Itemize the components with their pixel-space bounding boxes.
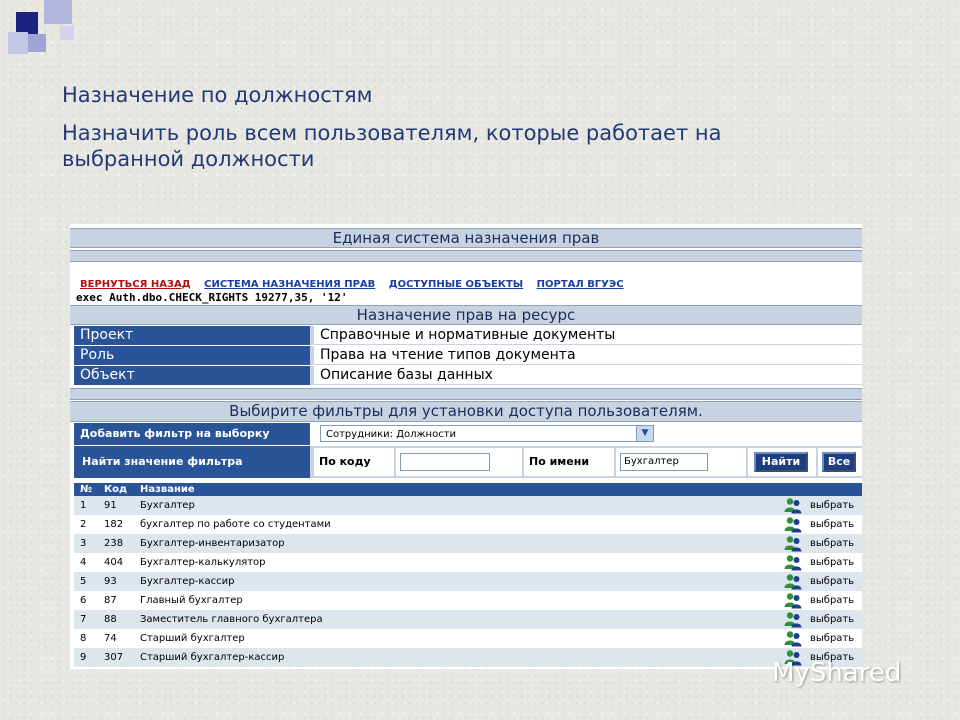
- table-row: 4 404 Бухгалтер-калькулятор выбрать: [74, 553, 862, 572]
- nav-link-available-objects[interactable]: ДОСТУПНЫЕ ОБЪЕКТЫ: [389, 279, 523, 290]
- row-code: 404: [104, 557, 124, 568]
- select-link[interactable]: выбрать: [810, 534, 854, 553]
- corner-square-lilac: [60, 26, 74, 40]
- exec-statement: exec Auth.dbo.CHECK_RIGHTS 19277,35, '12…: [76, 291, 348, 304]
- resource-label: Проект: [74, 326, 310, 345]
- watermark-logo: MyShared: [772, 658, 902, 688]
- row-name: Бухгалтер-калькулятор: [140, 557, 266, 568]
- row-name: Бухгалтер: [140, 500, 195, 511]
- column-header-name[interactable]: Название: [140, 483, 195, 496]
- select-link[interactable]: выбрать: [810, 591, 854, 610]
- app-header-title: Единая система назначения прав: [70, 228, 862, 248]
- row-code: 182: [104, 519, 124, 530]
- resource-row-project: Проект Справочные и нормативные документ…: [74, 326, 862, 345]
- table-row: 5 93 Бухгалтер-кассир выбрать: [74, 572, 862, 591]
- nav-link-rights-system[interactable]: СИСТЕМА НАЗНАЧЕНИЯ ПРАВ: [204, 279, 375, 290]
- resource-value: Описание базы данных: [314, 366, 862, 385]
- select-link[interactable]: выбрать: [810, 553, 854, 572]
- table-row: 9 307 Старший бухгалтер-кассир выбрать: [74, 648, 862, 667]
- resource-title: Назначение прав на ресурс: [70, 305, 862, 325]
- row-name: Бухгалтер-кассир: [140, 576, 235, 587]
- row-name: Старший бухгалтер-кассир: [140, 652, 285, 663]
- table-row: 2 182 бухгалтер по работе со студентами выб…: [74, 515, 862, 534]
- row-code: 87: [104, 595, 117, 606]
- nav-link-portal[interactable]: ПОРТАЛ ВГУЭС: [537, 279, 624, 290]
- row-number: 5: [80, 576, 87, 587]
- row-number: 7: [80, 614, 87, 625]
- resource-label: Роль: [74, 346, 310, 365]
- row-number: 9: [80, 652, 87, 663]
- row-number: 2: [80, 519, 87, 530]
- column-header-num[interactable]: №: [80, 483, 92, 496]
- corner-square-lilac: [8, 32, 28, 54]
- results-table: № Код Название 1 91 Бухгалтер выбрать 2 182 бу…: [74, 483, 862, 667]
- corner-square-lilac: [28, 34, 46, 52]
- row-name: бухгалтер по работе со студентами: [140, 519, 331, 530]
- add-filter-row: Добавить фильтр на выборку Сотрудники: Д…: [74, 423, 862, 445]
- by-code-input[interactable]: [400, 453, 490, 471]
- row-code: 238: [104, 538, 124, 549]
- resource-row-object: Объект Описание базы данных: [74, 366, 862, 385]
- row-code: 91: [104, 500, 117, 511]
- corner-square-navy: [16, 12, 38, 34]
- row-number: 4: [80, 557, 87, 568]
- corner-square-lilac: [44, 0, 72, 24]
- select-link[interactable]: выбрать: [810, 572, 854, 591]
- row-number: 3: [80, 538, 87, 549]
- by-code-label: По коду: [314, 448, 394, 476]
- find-button[interactable]: Найти: [754, 452, 808, 472]
- nav-links: ВЕРНУТЬСЯ НАЗАД СИСТЕМА НАЗНАЧЕНИЯ ПРАВ …: [80, 279, 634, 290]
- chevron-down-icon[interactable]: ▼: [636, 426, 653, 441]
- table-header: № Код Название: [74, 483, 862, 496]
- slide-title: Назначение по должностям: [62, 83, 373, 107]
- table-row: 6 87 Главный бухгалтер выбрать: [74, 591, 862, 610]
- row-name: Старший бухгалтер: [140, 633, 245, 644]
- by-name-input[interactable]: Бухгалтер: [620, 453, 708, 471]
- select-link[interactable]: выбрать: [810, 496, 854, 515]
- app-header-spacer: [70, 250, 862, 262]
- row-code: 88: [104, 614, 117, 625]
- select-link[interactable]: выбрать: [810, 515, 854, 534]
- select-link[interactable]: выбрать: [810, 629, 854, 648]
- column-header-code[interactable]: Код: [104, 483, 127, 496]
- filter-title: Выбирите фильтры для установки доступа п…: [70, 401, 862, 422]
- table-row: 3 238 Бухгалтер-инвентаризатор выбрать: [74, 534, 862, 553]
- table-row: 8 74 Старший бухгалтер выбрать: [74, 629, 862, 648]
- row-name: Заместитель главного бухгалтера: [140, 614, 323, 625]
- all-button[interactable]: Все: [822, 452, 856, 472]
- row-number: 6: [80, 595, 87, 606]
- filter-select-value: Сотрудники: Должности: [326, 429, 457, 440]
- resource-label: Объект: [74, 366, 310, 385]
- search-row: Найти значение фильтра По коду По имени …: [74, 446, 862, 478]
- row-name: Главный бухгалтер: [140, 595, 243, 606]
- row-code: 93: [104, 576, 117, 587]
- add-filter-label: Добавить фильтр на выборку: [74, 423, 310, 445]
- section-spacer: [70, 388, 862, 400]
- by-name-label: По имени: [524, 448, 614, 476]
- resource-row-role: Роль Права на чтение типов документа: [74, 346, 862, 365]
- slide-subtitle: Назначить роль всем пользователям, котор…: [62, 121, 722, 171]
- nav-link-back[interactable]: ВЕРНУТЬСЯ НАЗАД: [80, 279, 191, 290]
- resource-value: Права на чтение типов документа: [314, 346, 862, 365]
- table-row: 7 88 Заместитель главного бухгалтера выбрат…: [74, 610, 862, 629]
- row-number: 1: [80, 500, 87, 511]
- row-name: Бухгалтер-инвентаризатор: [140, 538, 285, 549]
- row-number: 8: [80, 633, 87, 644]
- table-row: 1 91 Бухгалтер выбрать: [74, 496, 862, 515]
- filter-select[interactable]: Сотрудники: Должности ▼: [320, 425, 654, 442]
- row-code: 74: [104, 633, 117, 644]
- select-link[interactable]: выбрать: [810, 610, 854, 629]
- row-code: 307: [104, 652, 124, 663]
- app-window: Единая система назначения прав ВЕРНУТЬСЯ…: [70, 224, 862, 669]
- find-filter-label: Найти значение фильтра: [74, 446, 310, 478]
- resource-value: Справочные и нормативные документы: [314, 326, 862, 345]
